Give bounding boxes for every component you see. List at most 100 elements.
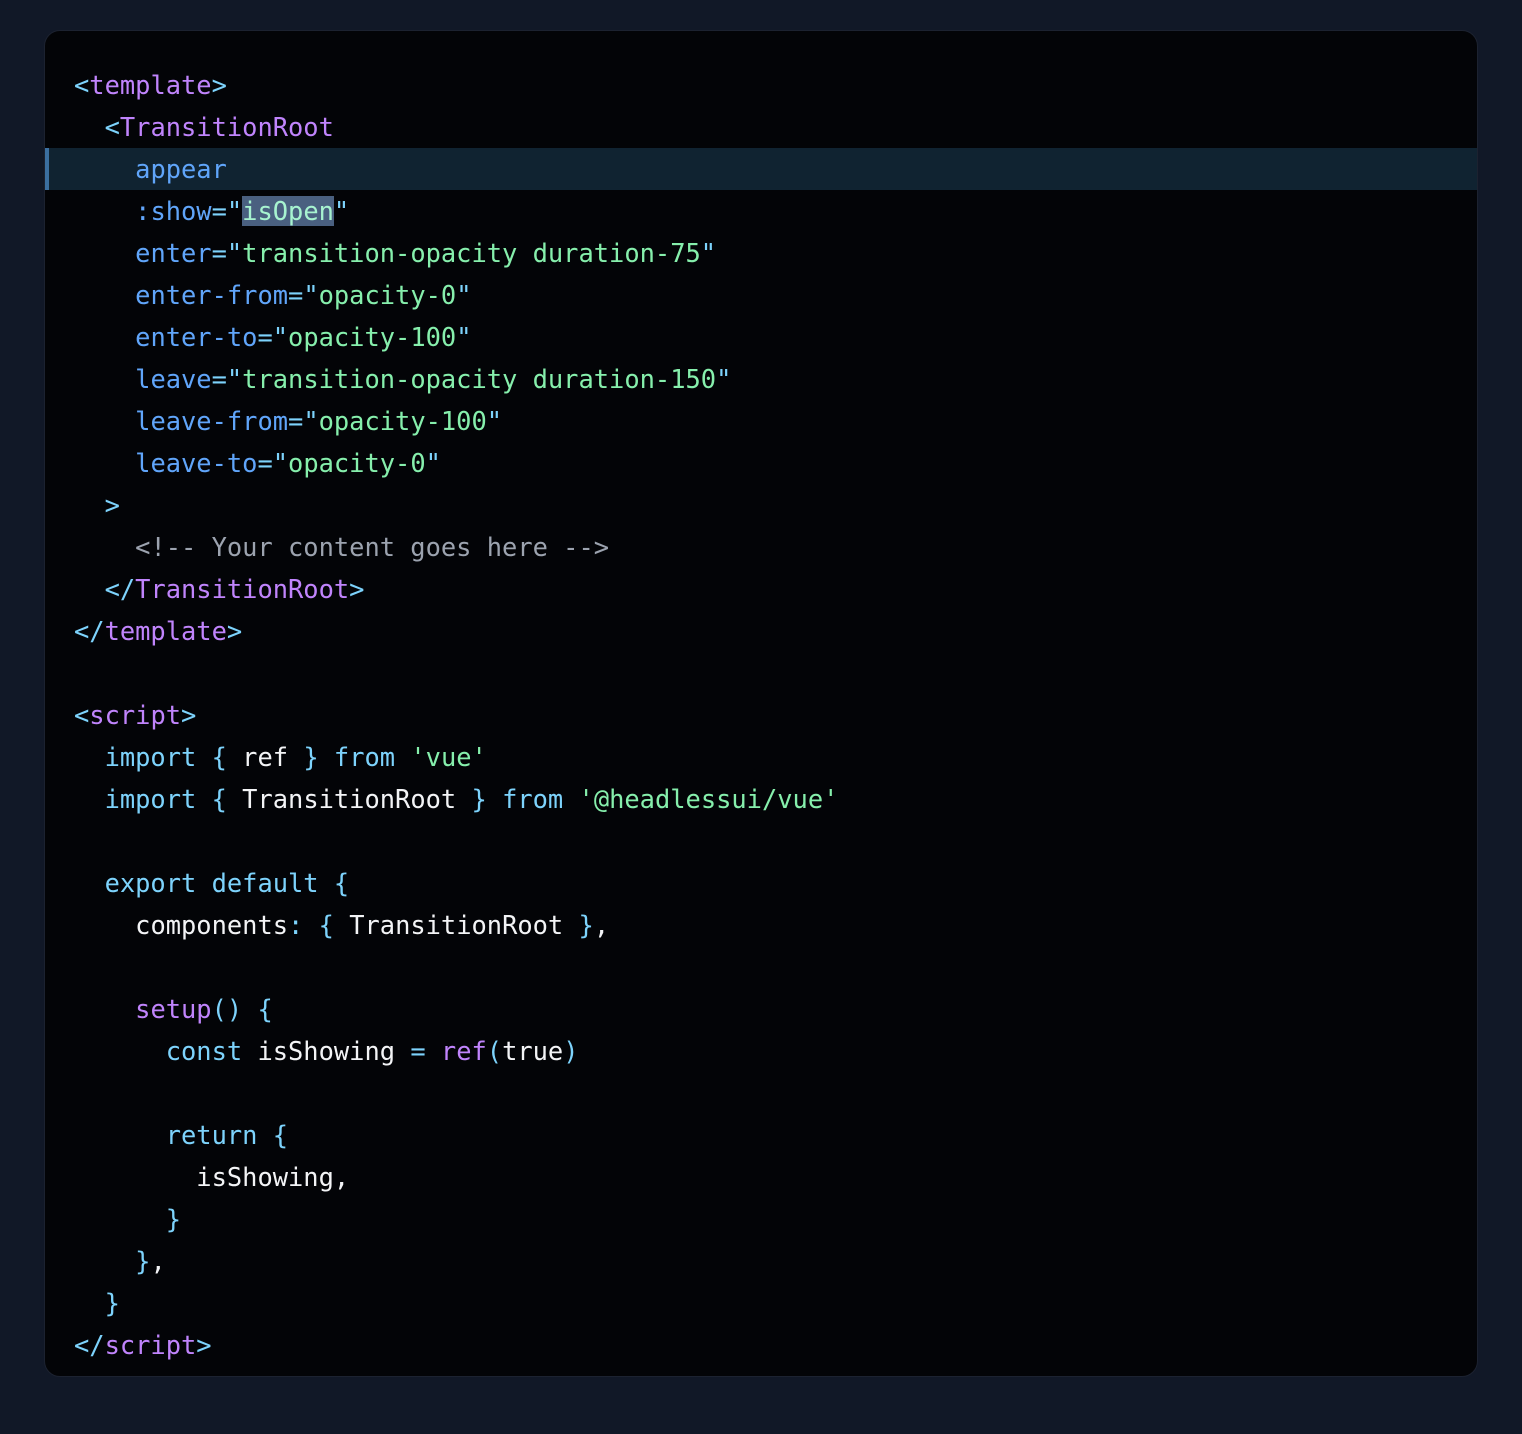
code-token: " (456, 322, 472, 352)
code-line[interactable]: enter-to="opacity-100" (45, 316, 1477, 358)
code-line[interactable]: isShowing, (45, 1156, 1477, 1198)
code-token: transition-opacity duration-150 (242, 364, 717, 394)
code-token: , (150, 1246, 166, 1276)
code-token: " (425, 448, 441, 478)
code-token: 'vue' (410, 742, 487, 772)
code-line[interactable]: leave="transition-opacity duration-150" (45, 358, 1477, 400)
code-token: =" (288, 406, 319, 436)
code-line[interactable]: :show="isOpen" (45, 190, 1477, 232)
code-token: < (104, 112, 120, 142)
code-token: appear (135, 154, 227, 184)
code-line[interactable]: <TransitionRoot (45, 106, 1477, 148)
code-line[interactable]: > (45, 484, 1477, 526)
code-token: } (135, 1246, 151, 1276)
code-token: : (288, 910, 304, 940)
code-token: from (333, 742, 396, 772)
code-token: ref (440, 1036, 487, 1066)
code-line[interactable]: } (45, 1282, 1477, 1324)
code-line[interactable]: return { (45, 1114, 1477, 1156)
code-token: TransitionRoot (135, 574, 350, 604)
code-token: default (211, 868, 319, 898)
code-token: </ (74, 1330, 105, 1360)
code-token: { (318, 910, 334, 940)
code-token: true (502, 1036, 564, 1066)
code-token: leave (135, 364, 212, 394)
code-line[interactable]: export default { (45, 862, 1477, 904)
code-token: () { (211, 994, 273, 1024)
code-line[interactable]: </script> (45, 1324, 1477, 1366)
code-line[interactable]: </template> (45, 610, 1477, 652)
code-token: const (165, 1036, 243, 1066)
code-line[interactable] (45, 1072, 1477, 1114)
code-token: } (578, 910, 594, 940)
code-token: " (456, 280, 472, 310)
code-token: isShowing (242, 1036, 411, 1066)
code-token: enter-to (135, 322, 258, 352)
code-token: setup (135, 994, 212, 1024)
code-token: template (104, 616, 227, 646)
selected-text: isOpen (242, 196, 334, 226)
code-line[interactable]: setup() { (45, 988, 1477, 1030)
code-token: opacity-100 (288, 322, 457, 352)
code-token: =" (288, 280, 319, 310)
code-token: script (89, 700, 182, 730)
code-token: { (272, 1120, 289, 1150)
code-token: > (349, 574, 365, 604)
code-line[interactable]: leave-from="opacity-100" (45, 400, 1477, 442)
code-line[interactable]: } (45, 1198, 1477, 1240)
code-token: TransitionRoot (226, 784, 472, 814)
code-line[interactable]: components: { TransitionRoot }, (45, 904, 1477, 946)
code-token: import (104, 784, 197, 814)
code-token: } (471, 784, 487, 814)
code-line[interactable]: import { TransitionRoot } from '@headles… (45, 778, 1477, 820)
code-token: = (410, 1036, 426, 1066)
code-token: opacity-0 (318, 280, 457, 310)
code-line[interactable]: <template> (45, 64, 1477, 106)
code-token: } (303, 742, 319, 772)
code-line[interactable] (45, 946, 1477, 988)
code-line[interactable]: appear (45, 148, 1477, 190)
code-token: > (226, 616, 243, 646)
code-token: isShowing, (196, 1162, 350, 1192)
code-token: > (181, 700, 197, 730)
code-line[interactable]: <!-- Your content goes here --> (45, 526, 1477, 568)
code-line[interactable]: enter="transition-opacity duration-75" (45, 232, 1477, 274)
code-line[interactable]: leave-to="opacity-0" (45, 442, 1477, 484)
code-line[interactable]: const isShowing = ref(true) (45, 1030, 1477, 1072)
code-block[interactable]: <template> <TransitionRoot appear :show=… (45, 64, 1477, 1366)
code-token: leave-to (135, 448, 258, 478)
code-line[interactable]: }, (45, 1240, 1477, 1282)
code-line[interactable]: enter-from="opacity-0" (45, 274, 1477, 316)
code-line[interactable]: </TransitionRoot> (45, 568, 1477, 610)
code-line[interactable]: import { ref } from 'vue' (45, 736, 1477, 778)
code-token: " (486, 406, 503, 436)
code-token: script (104, 1330, 197, 1360)
code-line[interactable] (45, 820, 1477, 862)
code-line[interactable] (45, 652, 1477, 694)
code-line[interactable]: <script> (45, 694, 1477, 736)
code-token: :show (135, 196, 212, 226)
